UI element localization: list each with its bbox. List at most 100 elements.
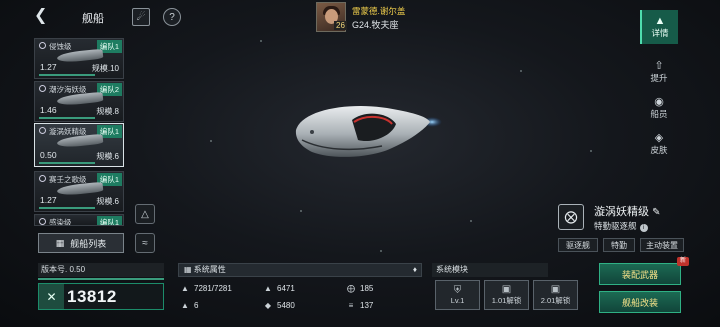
target-icon: ⨂ bbox=[558, 204, 584, 230]
swords-icon: ✕ bbox=[46, 289, 57, 304]
attr-armor: ⨁ 185 bbox=[346, 280, 373, 296]
star bbox=[210, 140, 212, 142]
ship-card-scale: 规模.6 bbox=[96, 152, 119, 161]
page-title: 舰船 bbox=[82, 13, 104, 25]
module-slot-2[interactable]: ▣ 2.01解锁 bbox=[533, 280, 578, 310]
tag-destroyer: 驱逐舰 bbox=[558, 238, 598, 252]
ship-card-bar bbox=[39, 117, 95, 119]
version-label: 版本号. 0.50 bbox=[38, 263, 164, 277]
commander-location: G24.牧夫座 bbox=[352, 20, 399, 30]
ship-refit-button[interactable]: 舰船改装 bbox=[599, 291, 681, 313]
ship-card-bar bbox=[39, 74, 95, 76]
equip-weapons-button[interactable]: 装配武器 bbox=[599, 263, 681, 285]
shield-icon: ⛨ bbox=[453, 285, 462, 296]
attr-armor-value: 185 bbox=[360, 283, 374, 293]
ship-card-scale: 规模.8 bbox=[96, 107, 119, 116]
module-slot-0[interactable]: ⛨ Lv.1 bbox=[435, 280, 480, 310]
star bbox=[520, 70, 522, 72]
upgrade-icon: ⇧ bbox=[654, 60, 664, 72]
attr-firepower: ▲ 6471 bbox=[263, 280, 295, 296]
attr-speed: ≡ 137 bbox=[346, 297, 374, 313]
nav-crew-label: 船员 bbox=[650, 109, 668, 119]
attr-speed-value: 137 bbox=[360, 300, 374, 310]
system-attributes-title: 系统属性 bbox=[193, 265, 226, 274]
lock-icon: ▣ bbox=[550, 284, 561, 295]
back-chevron-icon[interactable]: ❮ bbox=[34, 8, 52, 26]
ship-card-version: 1.27 bbox=[40, 195, 57, 205]
module-label: Lv.1 bbox=[450, 296, 465, 305]
ship-class-icon bbox=[39, 85, 46, 92]
module-label: 1.01解锁 bbox=[491, 296, 522, 305]
commander-name: 雷蒙德.谢尔盖 bbox=[352, 6, 406, 16]
toggle-icon[interactable]: ♦ bbox=[413, 264, 417, 276]
ship-class-icon bbox=[39, 175, 46, 182]
firepower-icon: ▲ bbox=[264, 283, 272, 293]
attr-slot: ▲ 6 bbox=[180, 297, 198, 313]
nav-crew[interactable]: ◉ 船员 bbox=[640, 92, 678, 124]
ship-name: 漩涡妖精级 ✎ bbox=[594, 203, 660, 219]
attr-firepower-value: 6471 bbox=[277, 283, 295, 293]
grid-icon: ▦ bbox=[55, 237, 65, 248]
skin-icon: ◈ bbox=[654, 132, 664, 144]
system-modules-title: 系统模块 bbox=[432, 263, 548, 277]
tag-special: 特勤 bbox=[603, 238, 635, 252]
slot-icon: ▲ bbox=[181, 300, 189, 310]
attr-hull-value: 7281/7281 bbox=[194, 283, 232, 293]
attr-energy: ◆ 5480 bbox=[263, 297, 295, 313]
nav-upgrade[interactable]: ⇧ 提升 bbox=[640, 56, 678, 88]
combat-power-value: 13812 bbox=[67, 286, 117, 306]
filter-icon[interactable]: ☄ bbox=[132, 8, 150, 26]
ship-card-bar bbox=[39, 162, 95, 164]
ship-card-scale: 规模.10 bbox=[91, 64, 119, 73]
ship-list-label: 舰船列表 bbox=[70, 238, 107, 249]
ship-type-text: 特勤驱逐舰 bbox=[594, 221, 637, 231]
star bbox=[260, 40, 262, 42]
ship-name-text: 漩涡妖精级 bbox=[594, 206, 649, 218]
ship-list-button[interactable]: ▦ 舰船列表 bbox=[38, 233, 124, 253]
ship-card-version: 1.27 bbox=[40, 62, 57, 72]
nav-details[interactable]: ▲ 详情 bbox=[640, 10, 678, 44]
stats-wave-icon[interactable]: ≈ bbox=[135, 233, 155, 253]
ship-model[interactable] bbox=[292, 100, 442, 164]
nav-skin-label: 皮肤 bbox=[650, 145, 668, 155]
help-icon[interactable]: ? bbox=[163, 8, 181, 26]
attr-hull: ▲ 7281/7281 bbox=[180, 280, 232, 296]
crew-icon: ◉ bbox=[654, 96, 664, 108]
combat-power: ✕ 13812 bbox=[38, 283, 164, 310]
ship-card-version: 0.50 bbox=[40, 150, 57, 160]
energy-icon: ◆ bbox=[264, 300, 272, 310]
lock-icon: ▣ bbox=[501, 284, 512, 295]
ship-card-3[interactable]: 赛壬之歌级 编队1 1.27 规模.6 bbox=[34, 171, 124, 212]
ship-sensor bbox=[310, 130, 314, 134]
system-attributes-header[interactable]: ▦ 系统属性 ♦ bbox=[178, 263, 422, 277]
details-icon: ▲ bbox=[654, 15, 666, 27]
version-bar bbox=[38, 278, 164, 280]
ship-card-4[interactable]: 感染级 编队1 bbox=[34, 214, 124, 226]
ship-card-scale: 规模.6 bbox=[96, 197, 119, 206]
new-badge: 新 bbox=[677, 257, 689, 266]
ship-class-icon bbox=[39, 42, 46, 49]
nav-upgrade-label: 提升 bbox=[650, 73, 668, 83]
fleet-formation-icon[interactable]: △ bbox=[135, 204, 155, 224]
ship-class-icon bbox=[39, 218, 46, 225]
nav-skin[interactable]: ◈ 皮肤 bbox=[640, 128, 678, 160]
info-icon[interactable]: i bbox=[639, 224, 648, 232]
speed-icon: ≡ bbox=[348, 300, 354, 310]
ship-card-1[interactable]: 潮汐海妖级 编队2 1.46 规模.8 bbox=[34, 81, 124, 122]
module-slot-1[interactable]: ▣ 1.01解锁 bbox=[484, 280, 529, 310]
tag-active-device: 主动装置 bbox=[640, 238, 684, 252]
attr-energy-value: 5480 bbox=[277, 300, 295, 310]
star bbox=[300, 210, 302, 212]
nav-details-label: 详情 bbox=[651, 28, 669, 38]
module-label: 2.01解锁 bbox=[540, 296, 571, 305]
ship-card-0[interactable]: 侵蚀级 编队1 1.27 规模.10 bbox=[34, 38, 124, 79]
list-icon: ▦ bbox=[184, 265, 192, 274]
ship-card-name: 感染级 bbox=[49, 218, 72, 226]
edit-icon[interactable]: ✎ bbox=[652, 207, 660, 218]
ship-card-2-selected[interactable]: 漩涡妖精级 编队1 0.50 规模.6 bbox=[34, 123, 124, 167]
armor-icon: ⨁ bbox=[347, 283, 355, 293]
hull-icon: ▲ bbox=[181, 283, 189, 293]
star bbox=[470, 220, 472, 222]
star bbox=[590, 150, 592, 152]
target-icon bbox=[39, 127, 46, 134]
